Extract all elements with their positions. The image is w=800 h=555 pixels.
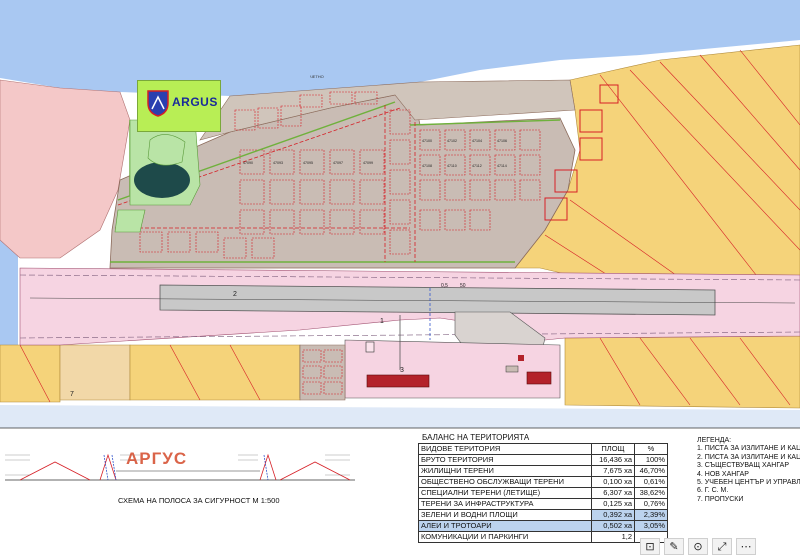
small-map-label: ЧЕТНО: [310, 74, 324, 79]
more-icon[interactable]: ⋯: [736, 538, 756, 555]
row-name: ЖИЛИЩНИ ТЕРЕНИ: [418, 465, 592, 477]
svg-text:47097: 47097: [333, 161, 343, 165]
apron-lower: [344, 339, 561, 399]
comment-icon[interactable]: ⊡: [640, 538, 660, 555]
table-row: БРУТО ТЕРИТОРИЯ 16,436 ха 100%: [418, 454, 668, 466]
svg-text:47108: 47108: [422, 164, 432, 168]
table-row: ТЕРЕНИ ЗА ИНФРАСТРУКТУРА 0,125 ха 0,76%: [418, 498, 668, 510]
site-plan-map: 2 3 7 1 0,5 50 ЧЕТНО 47100 47102 47104 4…: [0, 0, 800, 481]
table-row: ЗЕЛЕНИ И ВОДНИ ПЛОЩИ 0,392 ха 2,39%: [418, 509, 668, 521]
row-pct: 46,70%: [634, 465, 668, 477]
runway-mark-b: 50: [460, 283, 466, 289]
runway-number-2: 2: [233, 291, 237, 298]
shield-icon: [147, 90, 169, 117]
row-area: 0,125 ха: [591, 498, 635, 510]
row-name: ОБЩЕСТВЕНО ОБСЛУЖВАЩИ ТЕРЕНИ: [418, 476, 592, 488]
row-area: 0,100 ха: [591, 476, 635, 488]
legend-item: 4. НОВ ХАНГАР: [697, 470, 749, 478]
residential-block-bottom: [299, 344, 346, 401]
row-area: 7,675 ха: [591, 465, 635, 477]
runway-number-7: 7: [70, 391, 74, 398]
legend-item: 1. ПИСТА ЗА ИЗЛИТАНЕ И КАЦА: [697, 445, 800, 453]
table-row: АЛЕИ И ТРОТОАРИ 0,502 ха 3,05%: [418, 520, 668, 532]
table-row: ОБЩЕСТВЕНО ОБСЛУЖВАЩИ ТЕРЕНИ 0,100 ха 0,61…: [418, 476, 668, 488]
row-name: КОМУНИКАЦИИ И ПАРКИНГИ: [418, 531, 592, 543]
water-area-bottom: [0, 405, 800, 428]
table-row: КОМУНИКАЦИИ И ПАРКИНГИ 1,2: [418, 531, 668, 543]
territory-balance: БАЛАНС НА ТЕРИТОРИЯТА ВИДОВЕ ТЕРИТОРИЯ П…: [418, 432, 668, 543]
row-name: АЛЕИ И ТРОТОАРИ: [418, 520, 592, 532]
logo-text: ARGUS: [172, 95, 218, 109]
image-toolbar: ⊡ ✎ ⊙ ⤢ ⋯: [640, 538, 756, 555]
svg-text:47112: 47112: [472, 164, 482, 168]
table-header: ВИДОВЕ ТЕРИТОРИЯ: [418, 443, 592, 455]
section-title: СХЕМА НА ПОЛОСА ЗА СИГУРНОСТ М 1:500: [118, 496, 280, 505]
legend: ЛЕГЕНДА: 1. ПИСТА ЗА ИЗЛИТАНЕ И КАЦА 2. …: [697, 437, 800, 504]
table-row: ЖИЛИЩНИ ТЕРЕНИ 7,675 ха 46,70%: [418, 465, 668, 477]
row-area: 0,392 ха: [591, 509, 635, 521]
pink-area-left: [0, 79, 131, 259]
pen-icon[interactable]: ✎: [664, 538, 684, 555]
table-row: СПЕЦИАЛНИ ТЕРЕНИ (ЛЕТИЩЕ) 6,307 ха 38,62%: [418, 487, 668, 499]
row-pct: 100%: [634, 454, 668, 466]
balance-title: БАЛАНС НА ТЕРИТОРИЯТА: [422, 433, 530, 442]
balance-table: ВИДОВЕ ТЕРИТОРИЯ ПЛОЩ % БРУТО ТЕРИТОРИЯ 1…: [418, 443, 668, 543]
fuel-station: [505, 365, 519, 373]
lake: [134, 162, 190, 198]
runway-number-1: 1: [380, 318, 384, 325]
checkpoint: [518, 355, 524, 361]
row-area: 16,436 ха: [591, 454, 635, 466]
svg-text:47114: 47114: [497, 164, 507, 168]
svg-text:47099: 47099: [363, 161, 373, 165]
row-pct: 0,76%: [634, 498, 668, 510]
new-hangar: [526, 371, 552, 385]
runway-mark-a: 0,5: [441, 283, 448, 289]
row-area: 1,2: [591, 531, 635, 543]
svg-text:47100: 47100: [422, 139, 432, 143]
row-pct: 3,05%: [634, 520, 668, 532]
agricultural-land-left-bottom: [0, 344, 61, 403]
legend-item: 5. УЧЕБЕН ЦЕНТЪР И УПРАВЛЕ: [697, 479, 800, 487]
svg-text:47095: 47095: [303, 161, 313, 165]
legend-title: ЛЕГЕНДА:: [697, 437, 732, 444]
runway: [159, 284, 716, 316]
legend-item: 2. ПИСТА ЗА ИЗЛИТАНЕ И КАЦА: [697, 453, 800, 461]
fit-icon[interactable]: ⊙: [688, 538, 708, 555]
row-area: 6,307 ха: [591, 487, 635, 499]
expand-icon[interactable]: ⤢: [712, 538, 732, 555]
green-small: [114, 209, 146, 233]
row-name: СПЕЦИАЛНИ ТЕРЕНИ (ЛЕТИЩЕ): [418, 487, 592, 499]
svg-text:47090: 47090: [243, 161, 253, 165]
legend-item: 6. Г. С. М.: [697, 487, 729, 495]
row-area: 0,502 ха: [591, 520, 635, 532]
table-header-row: ВИДОВЕ ТЕРИТОРИЯ ПЛОЩ %: [418, 443, 668, 455]
row-pct: 0,61%: [634, 476, 668, 488]
svg-text:47102: 47102: [447, 139, 457, 143]
svg-text:47106: 47106: [497, 139, 507, 143]
row-pct: 2,39%: [634, 509, 668, 521]
watermark-text: АРГУС: [126, 449, 188, 468]
argus-logo: ARGUS: [137, 80, 221, 132]
table-header: %: [634, 443, 668, 455]
svg-text:47110: 47110: [447, 164, 457, 168]
training-center: [365, 341, 375, 353]
runway-number-3: 3: [400, 367, 404, 374]
svg-text:47104: 47104: [472, 139, 482, 143]
row-name: ЗЕЛЕНИ И ВОДНИ ПЛОЩИ: [418, 509, 592, 521]
row-name: БРУТО ТЕРИТОРИЯ: [418, 454, 592, 466]
agricultural-land-mid-bottom: [129, 344, 301, 401]
table-header: ПЛОЩ: [591, 443, 635, 455]
svg-text:47093: 47093: [273, 161, 283, 165]
existing-hangar: [366, 374, 430, 388]
legend-item: 3. СЪЩЕСТВУВАЩ ХАНГАР: [697, 462, 790, 470]
row-pct: 38,62%: [634, 487, 668, 499]
agricultural-land-right-bottom: [564, 335, 800, 409]
row-name: ТЕРЕНИ ЗА ИНФРАСТРУКТУРА: [418, 498, 592, 510]
legend-item: 7. ПРОПУСКИ: [697, 495, 744, 503]
